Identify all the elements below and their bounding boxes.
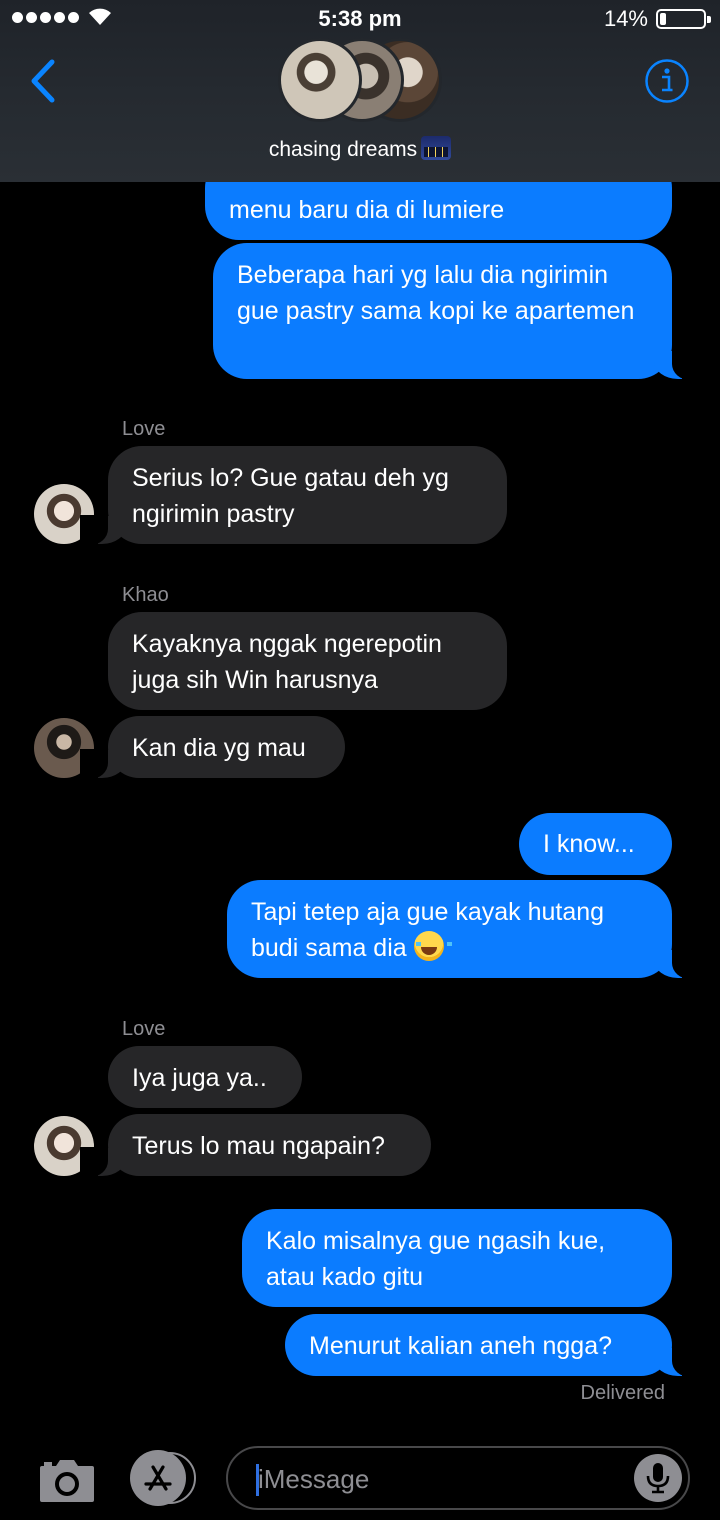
message-text: Menurut kalian aneh ngga? — [309, 1332, 613, 1360]
group-name[interactable]: chasing dreams — [0, 136, 720, 162]
message-bubble-incoming[interactable]: Iya juga ya.. — [108, 1046, 302, 1108]
delivery-status: Delivered — [580, 1382, 665, 1404]
message-text: I know... — [543, 830, 635, 858]
status-bar: 5:38 pm 14% — [0, 0, 720, 36]
night-city-icon — [421, 136, 452, 160]
back-chevron-icon[interactable] — [24, 56, 64, 106]
message-bubble-incoming[interactable]: Kan dia yg mau — [80, 716, 345, 779]
message-text: Serius lo? Gue gatau deh yg ngirimin pas… — [132, 464, 449, 528]
message-text: Kalo misalnya gue ngasih kue, atau kado … — [266, 1227, 606, 1291]
message-input-field[interactable] — [226, 1446, 690, 1510]
message-text: Iya juga ya.. — [132, 1064, 267, 1092]
sender-name: Love — [122, 418, 166, 440]
message-text: Kan dia yg mau — [132, 734, 306, 762]
group-name-label: chasing dreams — [268, 138, 418, 161]
face-with-tears-of-joy-icon — [413, 931, 452, 961]
message-bubble-outgoing[interactable]: Beberapa hari yg lalu dia ngirimin gue p… — [213, 243, 700, 380]
conversation-header: 5:38 pm 14% chasing dreams — [0, 0, 720, 182]
message-bubble-outgoing[interactable]: Kalo misalnya gue ngasih kue, atau kado … — [242, 1209, 672, 1307]
microphone-icon — [646, 1463, 670, 1494]
sender-name: Love — [122, 1018, 166, 1040]
battery-icon — [656, 9, 711, 29]
message-text: Kayaknya nggak ngerepotin juga sih Win h… — [132, 630, 442, 694]
group-member-avatar — [278, 38, 362, 122]
app-store-button[interactable] — [130, 1450, 198, 1506]
microphone-button[interactable] — [634, 1454, 682, 1502]
camera-icon[interactable] — [38, 1456, 96, 1504]
message-bubble-outgoing[interactable]: I know... — [519, 813, 672, 875]
message-bubble-outgoing[interactable]: Menurut kalian aneh ngga? — [285, 1314, 700, 1377]
message-text: Terus lo mau ngapain? — [132, 1132, 385, 1160]
sender-name: Khao — [122, 584, 169, 606]
app-store-icon — [130, 1450, 186, 1506]
group-avatars[interactable] — [278, 38, 442, 122]
message-bubble-incoming[interactable]: Kayaknya nggak ngerepotin juga sih Win h… — [108, 612, 507, 710]
imessage-input[interactable] — [258, 1460, 618, 1498]
message-text: menu baru dia di lumiere — [229, 196, 505, 224]
battery-percent: 14% — [603, 6, 648, 31]
message-bubble-incoming[interactable]: Terus lo mau ngapain? — [80, 1114, 431, 1177]
message-bubble-outgoing[interactable]: Tapi tetep aja gue kayak hutang budi sam… — [227, 880, 700, 979]
message-bubble-incoming[interactable]: Serius lo? Gue gatau deh yg ngirimin pas… — [80, 446, 507, 545]
message-text: Beberapa hari yg lalu dia ngirimin gue p… — [237, 261, 635, 325]
info-icon[interactable] — [644, 58, 690, 104]
